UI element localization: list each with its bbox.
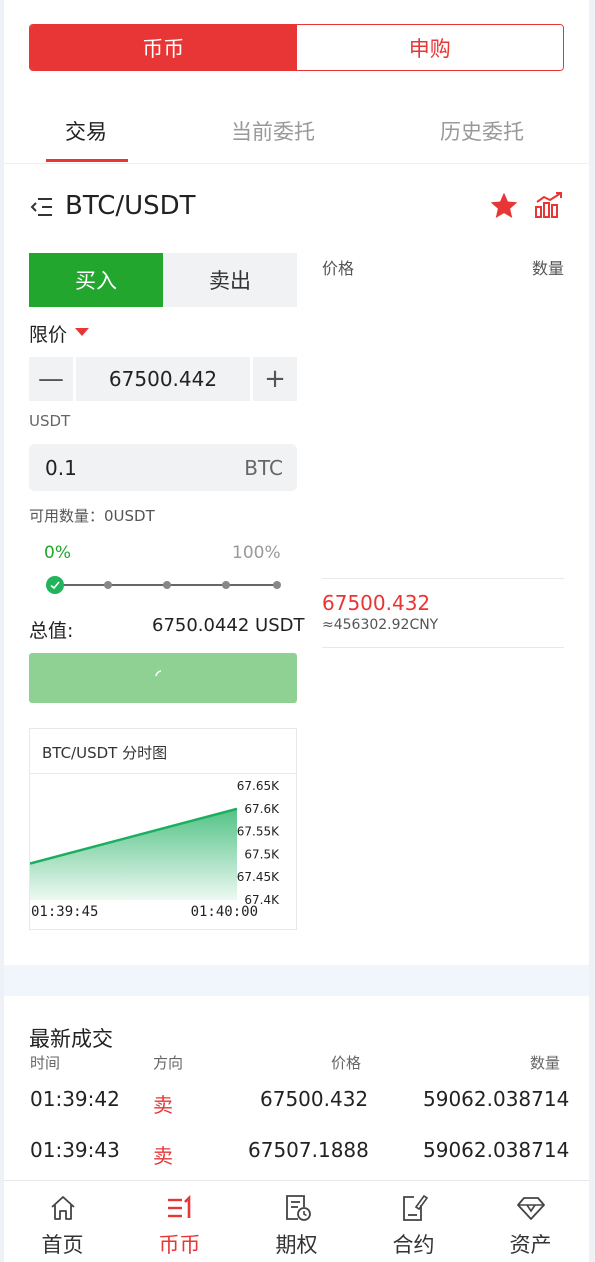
orderbook-last-price[interactable]: 67500.432 [322,591,430,615]
nav-home[interactable]: 首页 [4,1181,121,1262]
nav-label-assets: 资产 [509,1233,552,1257]
diamond-icon [517,1197,545,1220]
active-tab-indicator [46,159,128,162]
percent-min-label: 0% [44,543,71,563]
pair-menu-icon[interactable] [30,196,54,218]
price-stepper: — 67500.442 + [29,357,297,401]
trade-price: 67500.432 [260,1087,369,1111]
y-tick-label: 67.55K [237,825,280,839]
nav-label-home: 首页 [41,1233,84,1257]
tab-sell[interactable]: 卖出 [163,253,297,307]
amount-slider[interactable] [46,574,281,596]
pair-header: BTC/USDT [4,180,589,236]
caret-down-icon[interactable] [75,328,89,336]
trade-direction: 卖 [153,1144,173,1168]
percent-max-label: 100% [232,543,281,563]
slider-step-50[interactable] [163,581,171,589]
orderbook-last-price-cny: ≈456302.92CNY [322,617,439,633]
y-tick-label: 67.45K [237,870,280,884]
nav-options[interactable]: 期权 [238,1181,355,1262]
chart-svg: 67.4K67.45K67.5K67.55K67.6K67.65K01:39:4… [30,779,280,920]
price-input[interactable]: 67500.442 [76,357,250,401]
quantity-field[interactable]: 0.1 BTC [29,444,297,491]
trade-direction: 卖 [153,1093,173,1117]
orderbook-header-qty: 数量 [532,259,565,278]
contract-icon [403,1194,429,1221]
buy-sell-tabs: 买入 卖出 [29,253,297,307]
tab-open-orders[interactable]: 当前委托 [231,116,315,146]
nav-label-spot: 币币 [158,1233,201,1257]
trade-qty: 59062.038714 [423,1087,570,1111]
orderbook-divider-top [322,578,564,579]
nav-label-contract: 合约 [392,1233,435,1257]
favorite-star-icon[interactable] [488,190,520,222]
slider-step-25[interactable] [104,581,112,589]
market-type-tabs: 币币 申购 [29,24,564,71]
kline-chart-icon[interactable] [534,190,564,220]
submit-buy-button[interactable] [29,653,297,703]
price-unit-label: USDT [29,412,71,430]
slider-step-75[interactable] [222,581,230,589]
x-tick-label-start: 01:39:45 [31,904,98,920]
trade-time: 01:39:43 [30,1138,120,1162]
increase-price-button[interactable]: + [253,357,297,401]
trade-row: 01:39:42 卖 67500.432 59062.038714 [4,1087,589,1137]
recent-trades-title: 最新成交 [29,1027,113,1051]
y-tick-label: 67.65K [237,779,280,793]
available-balance: 可用数量：0USDT [29,507,155,525]
tab-subscribe[interactable]: 申购 [296,25,563,70]
slider-knob[interactable] [46,576,64,594]
pair-name[interactable]: BTC/USDT [65,191,196,221]
trades-header-price: 价格 [331,1054,362,1072]
trade-subtabs: 交易 当前委托 历史委托 [4,100,589,164]
home-icon [51,1196,75,1220]
trade-qty: 59062.038714 [423,1138,570,1162]
trade-time: 01:39:42 [30,1087,120,1111]
mini-price-chart[interactable]: BTC/USDT 分时图 67.4K 67.45K 67.5K 67.55K 67.6K… [29,728,297,930]
loading-spinner-icon [155,670,162,677]
section-divider [4,965,589,996]
total-value: 6750.0442 USDT [152,615,305,636]
tab-trade[interactable]: 交易 [65,116,107,146]
tab-order-history[interactable]: 历史委托 [440,116,524,146]
x-tick-label-end: 01:40:00 [191,904,258,920]
bottom-nav: 首页 币币 期权 合约 资产 [4,1180,589,1262]
nav-spot[interactable]: 币币 [121,1181,238,1262]
trade-page: 币币 申购 交易 当前委托 历史委托 BTC/USDT 买入 卖出 限价 — 6… [4,0,589,1262]
quantity-unit-label: BTC [244,456,283,480]
slider-step-100[interactable] [273,581,281,589]
trades-header-direction: 方向 [153,1054,184,1072]
orderbook-divider-bottom [322,647,564,648]
quantity-input[interactable]: 0.1 [45,456,77,480]
tab-buy[interactable]: 买入 [29,253,163,307]
nav-assets[interactable]: 资产 [472,1181,589,1262]
check-icon [50,581,60,590]
y-tick-label: 67.6K [244,802,280,816]
nav-contract[interactable]: 合约 [355,1181,472,1262]
order-type-select[interactable]: 限价 [29,320,67,347]
options-icon [286,1195,311,1221]
tab-spot[interactable]: 币币 [30,25,297,70]
orderbook-header-price: 价格 [322,259,355,278]
y-tick-label: 67.5K [244,847,280,861]
page-edge-right [589,0,595,1262]
nav-label-options: 期权 [275,1233,318,1257]
trades-header-qty: 数量 [530,1054,561,1072]
total-label: 总值: [29,620,74,642]
exchange-icon [168,1194,191,1218]
trades-header-time: 时间 [30,1054,61,1072]
decrease-price-button[interactable]: — [29,357,73,401]
trade-price: 67507.1888 [248,1138,369,1162]
